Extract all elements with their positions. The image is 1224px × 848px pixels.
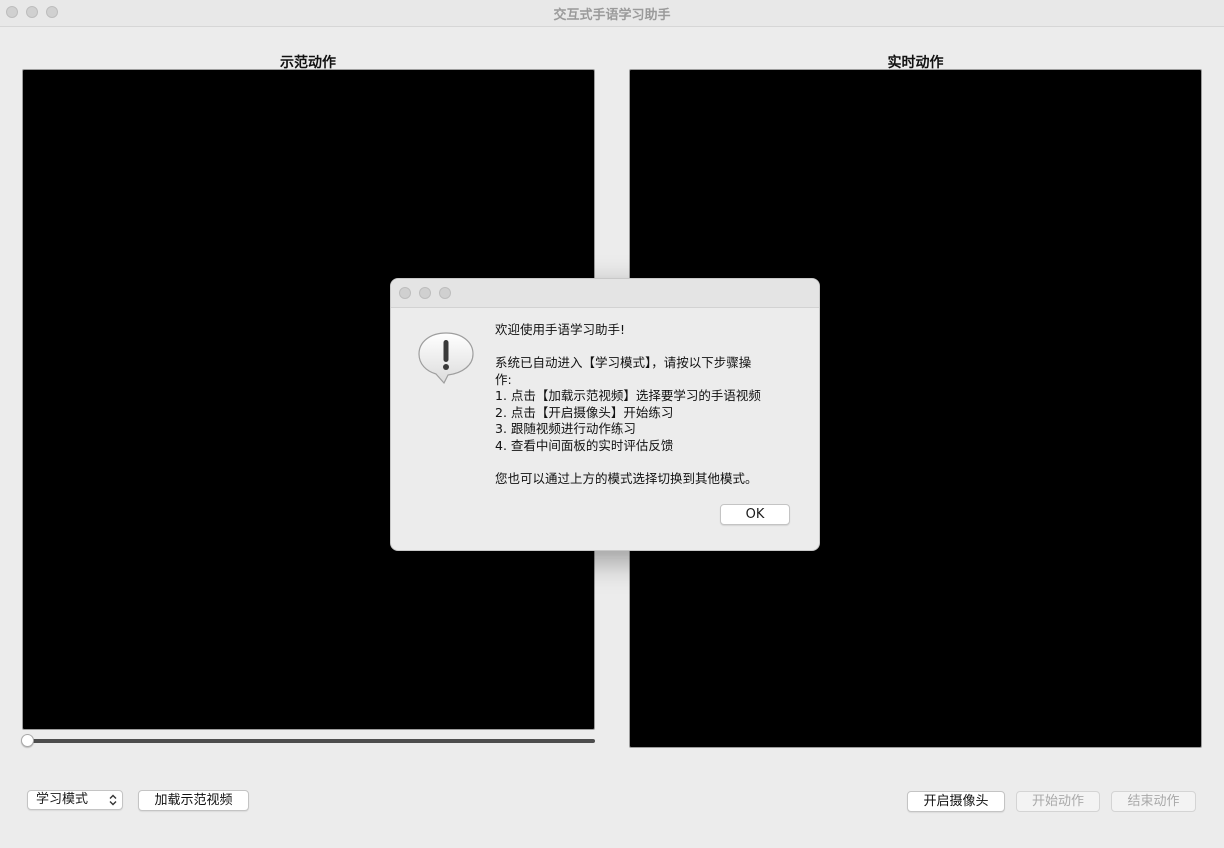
ok-button[interactable]: OK — [720, 504, 790, 525]
dialog-minimize-button[interactable] — [419, 287, 431, 299]
dialog-blank-line — [495, 454, 795, 471]
dialog-step-3: 3. 跟随视频进行动作练习 — [495, 421, 636, 436]
video-progress-track[interactable] — [28, 739, 595, 743]
welcome-alert-dialog: 欢迎使用手语学习助手! 系统已自动进入【学习模式】，请按以下步骤操 作: 1. … — [390, 278, 820, 551]
dialog-line-welcome: 欢迎使用手语学习助手! — [495, 322, 626, 337]
end-action-button[interactable]: 结束动作 — [1111, 791, 1196, 812]
dialog-close-button[interactable] — [399, 287, 411, 299]
chevron-updown-icon — [109, 791, 117, 809]
window-title: 交互式手语学习助手 — [553, 8, 671, 23]
dialog-blank-line — [495, 339, 795, 356]
dialog-line-intro-cont: 作: — [495, 371, 512, 387]
mode-select-value: 学习模式 — [36, 792, 89, 807]
dialog-zoom-button[interactable] — [439, 287, 451, 299]
warning-exclamation-icon — [417, 331, 475, 385]
dialog-message: 欢迎使用手语学习助手! 系统已自动进入【学习模式】，请按以下步骤操 作: 1. … — [495, 322, 795, 487]
dialog-step-2: 2. 点击【开启摄像头】开始练习 — [495, 404, 674, 420]
window-titlebar: 交互式手语学习助手 — [0, 0, 1224, 27]
dialog-step-1: 1. 点击【加载示范视频】选择要学习的手语视频 — [495, 388, 761, 403]
dialog-titlebar — [391, 279, 819, 308]
start-action-button[interactable]: 开始动作 — [1016, 791, 1100, 812]
dialog-line-mode-hint: 您也可以通过上方的模式选择切换到其他模式。 — [495, 470, 758, 486]
dialog-step-4: 4. 查看中间面板的实时评估反馈 — [495, 437, 674, 453]
load-demo-video-button[interactable]: 加载示范视频 — [138, 790, 249, 811]
open-camera-button[interactable]: 开启摄像头 — [907, 791, 1005, 812]
video-progress-handle[interactable] — [21, 734, 34, 747]
mode-select[interactable]: 学习模式 — [27, 790, 123, 810]
dialog-line-intro: 系统已自动进入【学习模式】，请按以下步骤操 — [495, 355, 752, 370]
